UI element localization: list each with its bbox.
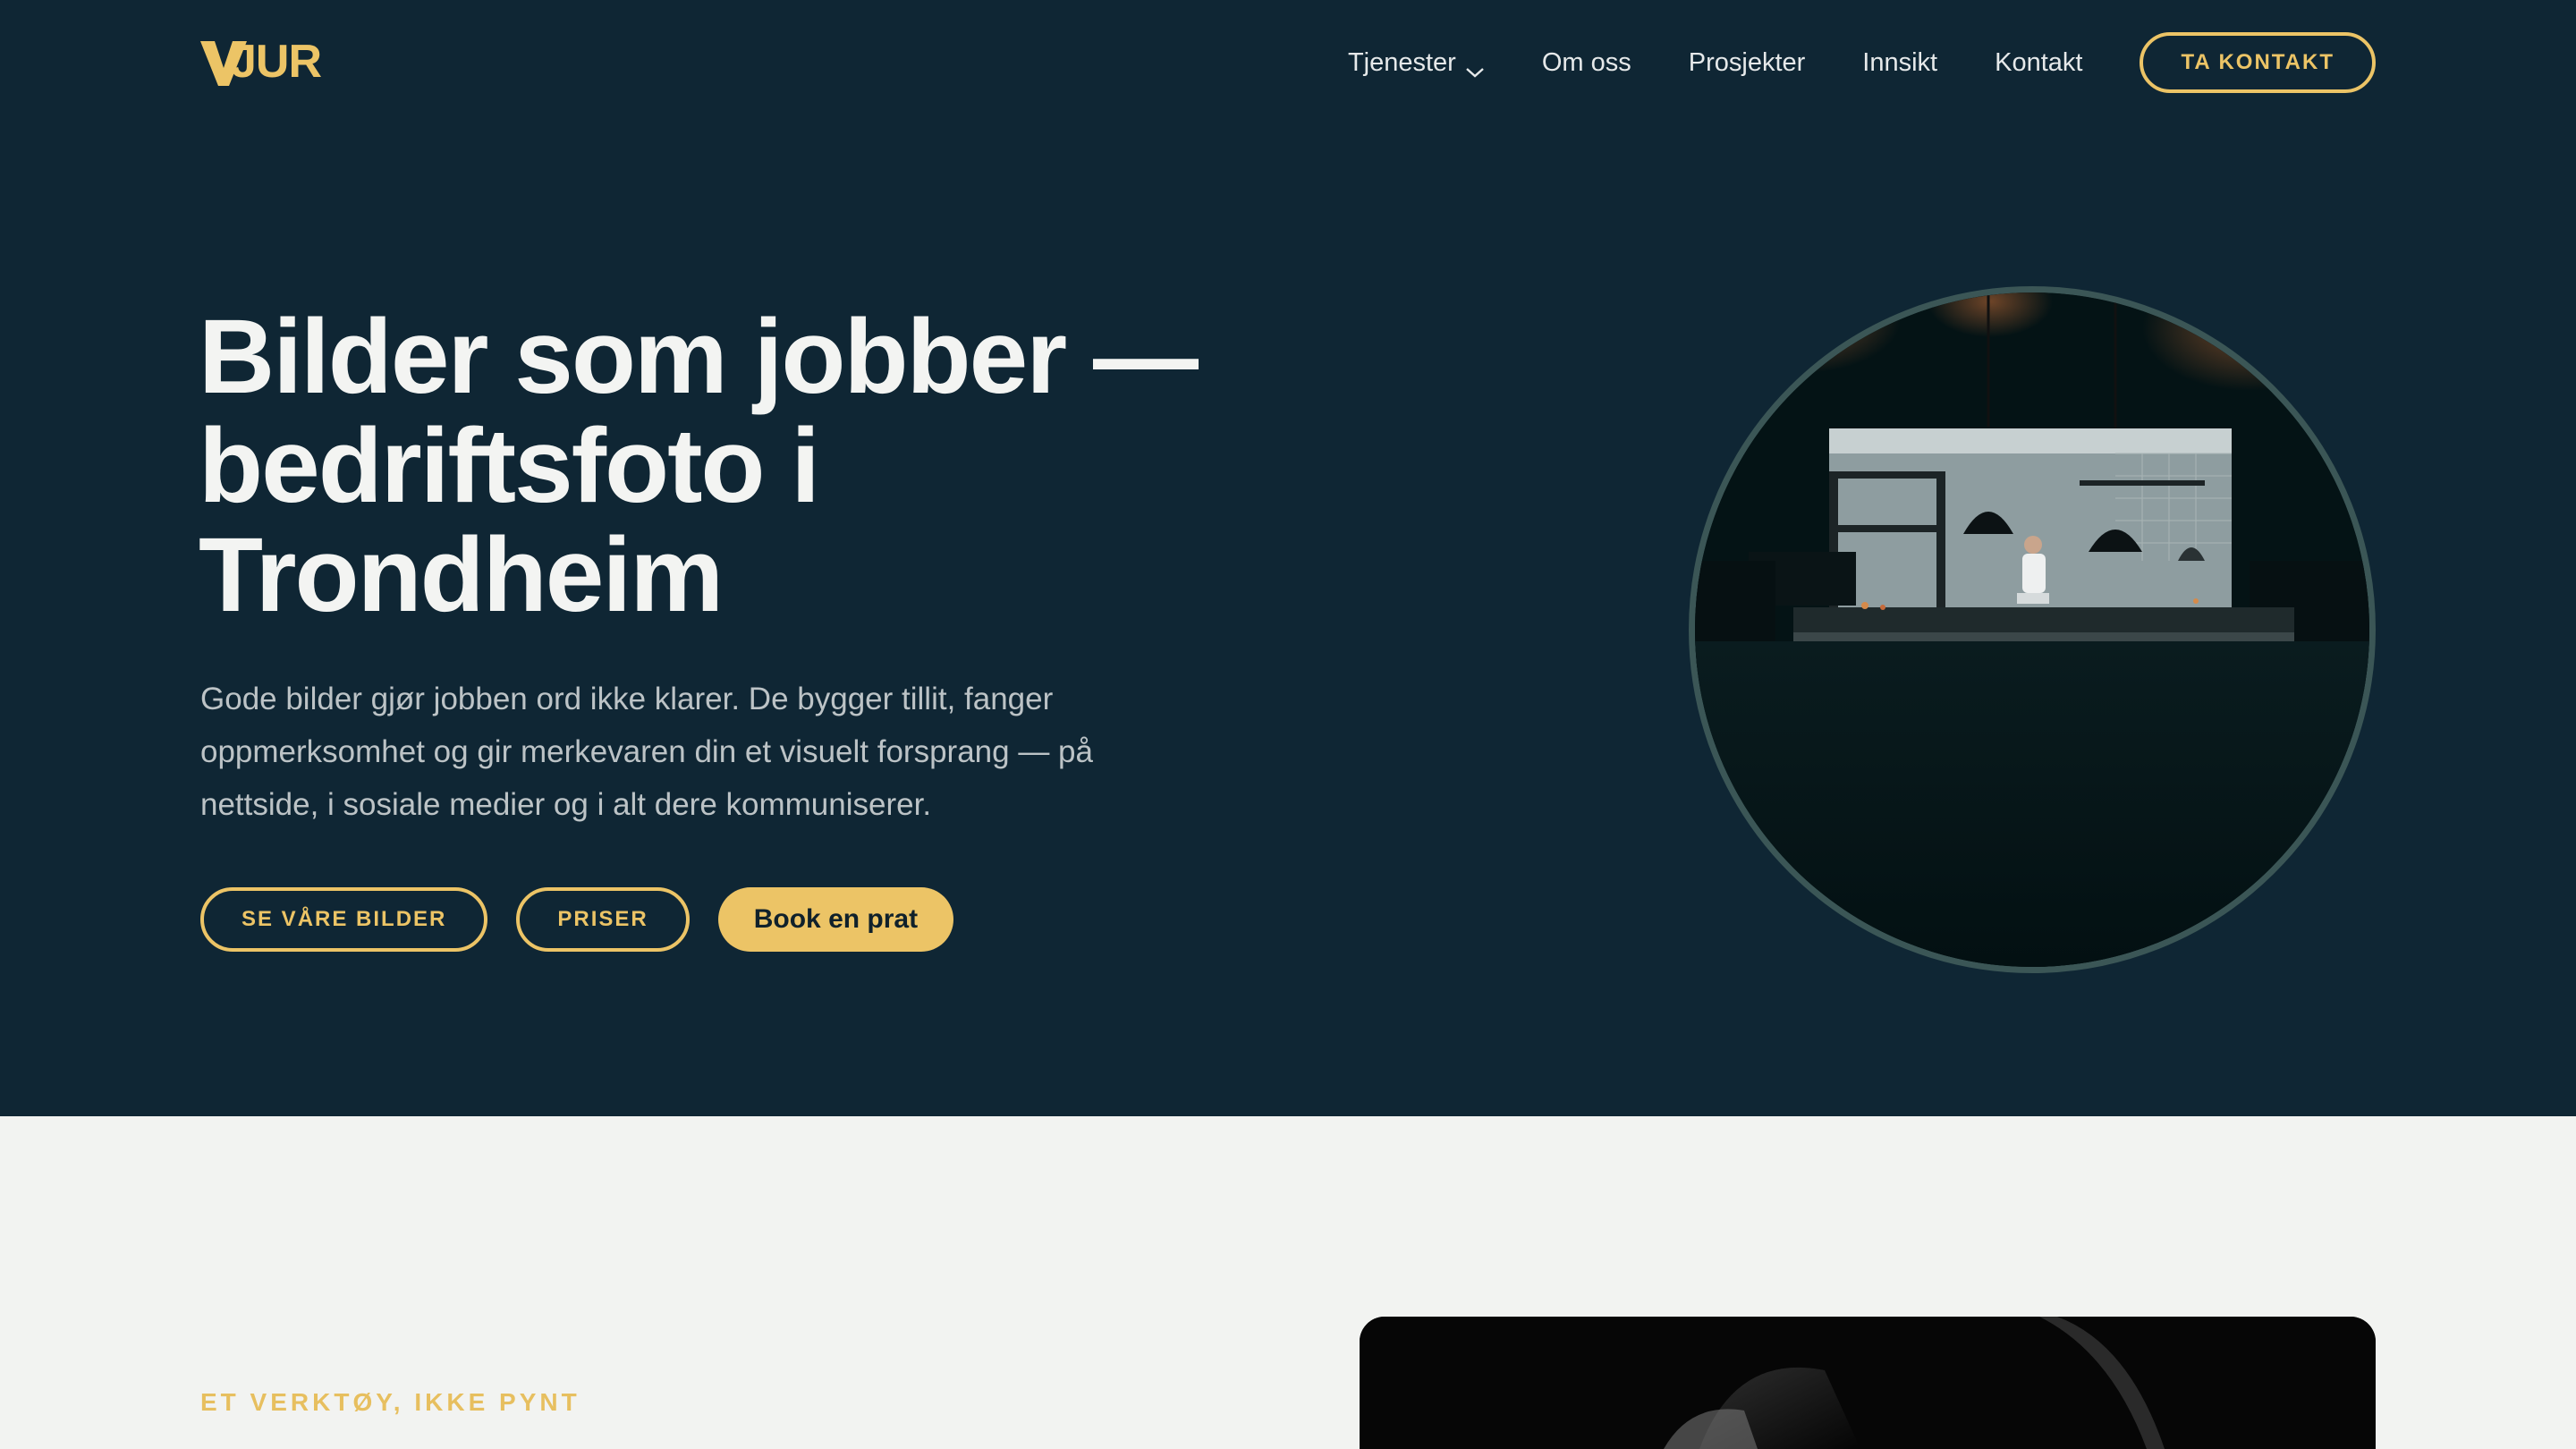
- nav-item-label: Kontakt: [1995, 47, 2083, 77]
- hero-section: JUR Tjenester Om oss Prosjekter Innsikt …: [0, 0, 2576, 1116]
- nav-item-prosjekter[interactable]: Prosjekter: [1689, 48, 1806, 78]
- nav-item-label: Prosjekter: [1688, 47, 1806, 77]
- hero-title: Bilder som jobber — bedriftsfoto i Trond…: [199, 302, 1272, 630]
- hero-buttons: SE VÅRE BILDER PRISER Book en prat: [200, 887, 954, 952]
- section-eyebrow: ET VERKTØY, IKKE PYNT: [200, 1388, 580, 1416]
- nav-item-kontakt[interactable]: Kontakt: [1995, 48, 2082, 78]
- vjur-logo-mark: JUR: [200, 36, 322, 88]
- hero-kitchen-photo: [1689, 286, 2376, 973]
- hero-title-line-1: Bilder som jobber —: [199, 298, 1199, 416]
- svg-text:JUR: JUR: [231, 36, 321, 88]
- book-chat-button[interactable]: Book en prat: [717, 887, 954, 952]
- nav-item-innsikt[interactable]: Innsikt: [1862, 48, 1937, 78]
- hero-lead: Gode bilder gjør jobben ord ikke klarer.…: [200, 682, 1093, 822]
- nav-item-om-oss[interactable]: Om oss: [1542, 48, 1631, 78]
- nav-item-tjenester[interactable]: Tjenester: [1348, 48, 1485, 78]
- brand-logo[interactable]: JUR: [200, 32, 343, 89]
- nav-item-label: Tjenester: [1347, 47, 1456, 77]
- nav-item-label: Innsikt: [1862, 47, 1938, 77]
- section-photo: [1360, 1317, 2376, 1449]
- chevron-down-icon: [1465, 56, 1485, 78]
- nav-item-label: Om oss: [1541, 47, 1631, 77]
- intro-section: ET VERKTØY, IKKE PYNT: [0, 1116, 2576, 1449]
- see-photos-button[interactable]: SE VÅRE BILDER: [200, 887, 488, 952]
- prices-button[interactable]: PRISER: [516, 887, 690, 952]
- contact-button[interactable]: TA KONTAKT: [2140, 32, 2376, 93]
- main-nav: Tjenester Om oss Prosjekter Innsikt Kont…: [1348, 32, 2376, 93]
- hero-title-line-2: bedriftsfoto i: [199, 407, 820, 525]
- hero-title-line-3: Trondheim: [199, 516, 724, 634]
